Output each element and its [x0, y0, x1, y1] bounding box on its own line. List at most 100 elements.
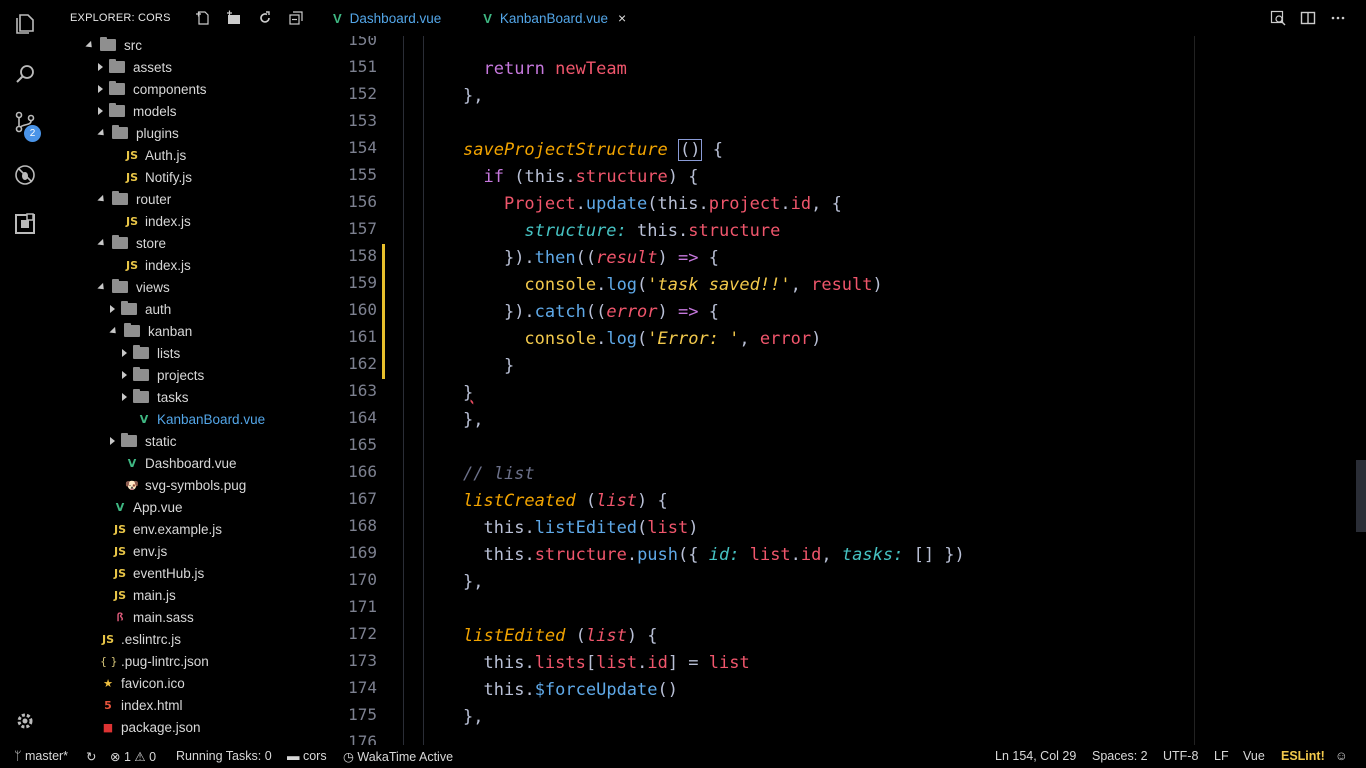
file-item[interactable]: 5 index.html — [50, 694, 325, 716]
js-file-icon: JS — [125, 258, 138, 272]
file-item[interactable]: 🐶 svg-symbols.pug — [50, 474, 325, 496]
file-item[interactable]: JS index.js — [50, 210, 325, 232]
folder-indicator[interactable]: ▬ cors — [287, 749, 327, 763]
tree-item-label: eventHub.js — [133, 565, 205, 581]
tab-dashboard[interactable]: V Dashboard.vue — [325, 0, 453, 36]
file-item[interactable]: JS env.js — [50, 540, 325, 562]
js-file-icon: JS — [125, 214, 138, 228]
line-number: 153 — [348, 111, 377, 130]
scrollbar-thumb[interactable] — [1356, 460, 1366, 532]
tree-item-label: index.js — [145, 257, 191, 273]
chevron-down-icon[interactable] — [109, 326, 119, 336]
file-item[interactable]: JS main.js — [50, 584, 325, 606]
chevron-right-icon[interactable] — [122, 349, 127, 357]
indentation[interactable]: Spaces: 2 — [1092, 749, 1148, 763]
chevron-down-icon[interactable] — [85, 40, 95, 50]
chevron-right-icon[interactable] — [122, 371, 127, 379]
folder-item[interactable]: kanban — [50, 320, 325, 342]
chevron-right-icon[interactable] — [98, 63, 103, 71]
extensions-icon[interactable] — [13, 212, 37, 236]
debug-icon[interactable] — [13, 163, 37, 187]
settings-gear-icon[interactable] — [13, 709, 37, 733]
problems-indicator[interactable]: ⊗ 1 ⚠ 0 — [110, 749, 156, 764]
chevron-down-icon[interactable] — [97, 282, 107, 292]
file-item[interactable]: V KanbanBoard.vue — [50, 408, 325, 430]
sync-icon[interactable]: ↻ — [86, 749, 96, 764]
folder-icon — [121, 301, 137, 315]
code-editor[interactable]: 150 151 152 153 154 155 156 157 158 159 160 161 162 1… — [325, 36, 1366, 745]
tree-item-label: static — [145, 433, 177, 449]
tree-item-label: Dashboard.vue — [145, 455, 237, 471]
folder-item[interactable]: views — [50, 276, 325, 298]
chevron-right-icon[interactable] — [98, 107, 103, 115]
js-file-icon: JS — [113, 544, 126, 558]
file-item[interactable]: JS env.example.js — [50, 518, 325, 540]
chevron-right-icon[interactable] — [122, 393, 127, 401]
line-number: 157 — [348, 219, 377, 238]
tab-label: Dashboard.vue — [349, 10, 442, 26]
encoding[interactable]: UTF-8 — [1163, 749, 1198, 763]
split-editor-icon[interactable] — [1300, 10, 1316, 26]
open-preview-icon[interactable] — [1270, 10, 1286, 26]
more-actions-icon[interactable] — [1330, 10, 1346, 26]
line-number: 160 — [348, 300, 377, 319]
json-file-icon: { } — [100, 654, 118, 668]
file-item[interactable]: ★ favicon.ico — [50, 672, 325, 694]
cursor-position[interactable]: Ln 154, Col 29 — [995, 749, 1076, 763]
new-file-icon[interactable] — [195, 10, 211, 26]
explorer-icon[interactable] — [13, 12, 37, 36]
folder-item[interactable]: router — [50, 188, 325, 210]
chevron-right-icon[interactable] — [110, 437, 115, 445]
npm-file-icon: ■ — [102, 720, 114, 734]
line-number: 167 — [348, 489, 377, 508]
chevron-down-icon[interactable] — [97, 238, 107, 248]
branch-indicator[interactable]: ᛘ master* — [14, 749, 68, 763]
search-icon[interactable] — [13, 62, 37, 86]
file-item[interactable]: JS eventHub.js — [50, 562, 325, 584]
folder-item[interactable]: static — [50, 430, 325, 452]
code-line: }).then((result) => { — [503, 248, 720, 268]
tree-item-label: plugins — [136, 125, 179, 141]
file-item[interactable]: V App.vue — [50, 496, 325, 518]
tab-kanbanboard[interactable]: V KanbanBoard.vue × — [453, 0, 638, 36]
tree-item-label: components — [133, 81, 207, 97]
chevron-down-icon[interactable] — [97, 128, 107, 138]
folder-item[interactable]: store — [50, 232, 325, 254]
file-item[interactable]: JS .eslintrc.js — [50, 628, 325, 650]
file-item[interactable]: JS Auth.js — [50, 144, 325, 166]
js-file-icon: JS — [113, 588, 126, 602]
collapse-all-icon[interactable] — [288, 10, 304, 26]
language-mode[interactable]: Vue — [1243, 749, 1265, 763]
close-icon[interactable]: × — [618, 10, 626, 26]
file-item[interactable]: V Dashboard.vue — [50, 452, 325, 474]
chevron-right-icon[interactable] — [110, 305, 115, 313]
folder-item[interactable]: plugins — [50, 122, 325, 144]
tab-label: KanbanBoard.vue — [499, 10, 608, 26]
file-item[interactable]: JS Notify.js — [50, 166, 325, 188]
code-line: Project.update(this.project.id, { — [503, 194, 842, 214]
smiley-feedback-icon[interactable]: ☺ — [1335, 749, 1348, 763]
folder-item[interactable]: components — [50, 78, 325, 100]
file-item[interactable]: ꟗ main.sass — [50, 606, 325, 628]
folder-item[interactable]: assets — [50, 56, 325, 78]
line-number: 152 — [348, 84, 377, 103]
folder-item[interactable]: models — [50, 100, 325, 122]
line-ending[interactable]: LF — [1214, 749, 1229, 763]
file-item[interactable]: JS index.js — [50, 254, 325, 276]
code-line: structure: this.structure — [524, 221, 781, 241]
file-item[interactable]: ■ package.json — [50, 716, 325, 738]
new-folder-icon[interactable] — [226, 10, 242, 26]
chevron-right-icon[interactable] — [98, 85, 103, 93]
folder-icon — [109, 81, 125, 95]
folder-item[interactable]: lists — [50, 342, 325, 364]
file-item[interactable]: { } .pug-lintrc.json — [50, 650, 325, 672]
chevron-down-icon[interactable] — [97, 194, 107, 204]
folder-item[interactable]: projects — [50, 364, 325, 386]
running-tasks[interactable]: Running Tasks: 0 — [176, 749, 272, 763]
folder-item[interactable]: auth — [50, 298, 325, 320]
folder-item[interactable]: src — [50, 34, 325, 56]
wakatime-indicator[interactable]: ◷ WakaTime Active — [343, 749, 453, 764]
eslint-status[interactable]: ESLint! — [1281, 749, 1325, 763]
refresh-icon[interactable] — [257, 10, 273, 26]
folder-item[interactable]: tasks — [50, 386, 325, 408]
